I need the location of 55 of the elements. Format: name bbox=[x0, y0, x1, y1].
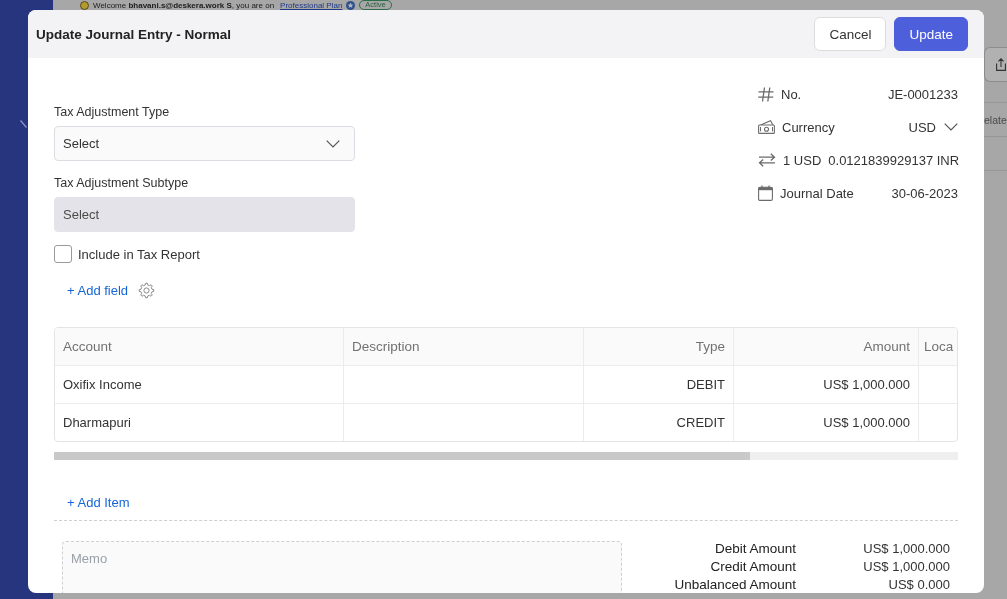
detail-value: 30-06-2023 bbox=[891, 185, 958, 201]
scrollbar-thumb[interactable] bbox=[54, 452, 751, 460]
chevron-icon[interactable] bbox=[20, 120, 27, 128]
share-button[interactable] bbox=[984, 47, 1007, 82]
horizontal-scrollbar[interactable] bbox=[54, 452, 958, 460]
column-header: Description bbox=[344, 328, 584, 365]
welcome-text: Welcome bhavani.s@deskera.work S, you are on bbox=[93, 0, 275, 10]
total-label: Credit Amount bbox=[710, 558, 796, 576]
total-label: Debit Amount bbox=[714, 540, 796, 558]
cancel-button[interactable]: Cancel bbox=[814, 17, 887, 51]
detail-value: 0.0121839929137 INR bbox=[828, 152, 960, 168]
table-cell: DEBIT bbox=[584, 366, 734, 403]
star-badge-icon bbox=[346, 0, 356, 10]
table-row[interactable]: Oxifix Income DEBIT US$ 1,000.000 bbox=[55, 366, 957, 404]
memo-field[interactable]: Memo bbox=[62, 541, 622, 593]
detail-label: Journal Date bbox=[780, 185, 854, 201]
table-cell: US$ 1,000.000 bbox=[734, 404, 919, 441]
table-cell: US$ 1,000.000 bbox=[734, 366, 919, 403]
total-value: US$ 0.000 bbox=[888, 576, 950, 593]
table-cell: Dharmapuri bbox=[55, 404, 344, 441]
plan-link[interactable]: Professional Plan bbox=[280, 0, 343, 10]
checkbox-label: Include in Tax Report bbox=[78, 246, 200, 262]
update-button[interactable]: Update bbox=[894, 17, 968, 51]
detail-label: 1 USD bbox=[783, 152, 822, 168]
detail-label: No. bbox=[781, 86, 802, 102]
field-label: Tax Adjustment Subtype bbox=[54, 175, 190, 191]
total-value: US$ 1,000.000 bbox=[863, 540, 950, 558]
field-label: Tax Adjustment Type bbox=[54, 104, 171, 120]
calendar-icon bbox=[758, 185, 773, 201]
table-cell: Oxifix Income bbox=[55, 366, 344, 403]
column-header: Account bbox=[55, 328, 344, 365]
cash-icon bbox=[758, 120, 775, 134]
table-cell: CREDIT bbox=[584, 404, 734, 441]
total-value: US$ 1,000.000 bbox=[863, 558, 950, 576]
settings-icon[interactable] bbox=[138, 281, 156, 299]
exchange-arrows-icon bbox=[758, 153, 776, 167]
add-item-link[interactable]: + Add Item bbox=[67, 494, 130, 510]
checkbox[interactable] bbox=[54, 245, 72, 263]
hash-icon bbox=[758, 86, 774, 102]
select-field[interactable]: Select bbox=[54, 126, 355, 161]
avatar-icon bbox=[80, 0, 89, 10]
dialog-title: Update Journal Entry - Normal bbox=[36, 26, 232, 42]
currency-dropdown[interactable]: USD bbox=[908, 119, 958, 135]
table-row[interactable]: Dharmapuri CREDIT US$ 1,000.000 bbox=[55, 404, 957, 441]
detail-label: Currency bbox=[782, 119, 835, 135]
add-field-link[interactable]: + Add field bbox=[67, 282, 129, 298]
total-label: Unbalanced Amount bbox=[674, 576, 796, 593]
detail-value: JE-0001233 bbox=[887, 86, 958, 102]
tab-label[interactable]: elate bbox=[984, 113, 1007, 126]
column-header: Amount bbox=[734, 328, 919, 365]
chevron-down-icon bbox=[944, 123, 958, 131]
share-icon bbox=[996, 58, 1006, 71]
chevron-down-icon bbox=[326, 139, 340, 148]
column-header: Loca bbox=[923, 338, 955, 356]
column-header: Type bbox=[584, 328, 734, 365]
